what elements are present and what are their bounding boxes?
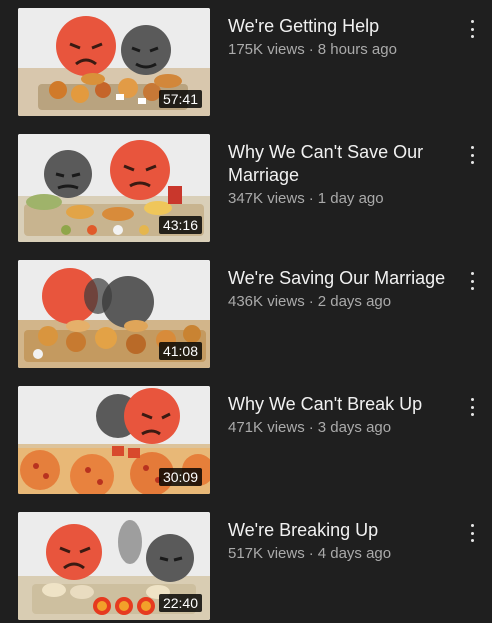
more-vert-icon[interactable] [464, 144, 480, 166]
upload-age: 4 days ago [317, 545, 392, 562]
video-thumbnail[interactable]: 22:40 [18, 512, 210, 620]
video-duration: 30:09 [158, 468, 202, 486]
video-title[interactable]: We're Saving Our Marriage [228, 260, 458, 290]
video-duration: 41:08 [158, 342, 202, 360]
video-item[interactable]: 22:40 We're Breaking Up 517K views · 4 day… [0, 512, 492, 622]
video-meta[interactable]: We're Getting Help 175K views · 8 hours ag… [228, 8, 458, 60]
video-duration: 43:16 [158, 216, 202, 234]
upload-age: 2 days ago [317, 293, 392, 310]
meta-separator: · [308, 419, 314, 436]
meta-separator: · [308, 545, 314, 562]
video-item[interactable]: 57:41 We're Getting Help 175K views · 8 ho… [0, 8, 492, 118]
more-vert-icon[interactable] [464, 522, 480, 544]
video-title[interactable]: We're Getting Help [228, 8, 458, 38]
video-duration: 22:40 [158, 594, 202, 612]
video-stats: 436K views · 2 days ago [228, 292, 458, 312]
more-vert-icon[interactable] [464, 270, 480, 292]
meta-separator: · [308, 41, 314, 58]
view-count: 175K views [228, 41, 305, 58]
upload-age: 1 day ago [317, 190, 384, 207]
view-count: 471K views [228, 419, 305, 436]
video-title[interactable]: Why We Can't Break Up [228, 386, 458, 416]
more-vert-icon[interactable] [464, 396, 480, 418]
video-item[interactable]: 30:09 Why We Can't Break Up 471K views · 3… [0, 386, 492, 496]
upload-age: 8 hours ago [317, 41, 397, 58]
video-meta[interactable]: Why We Can't Break Up 471K views · 3 days … [228, 386, 458, 438]
video-stats: 347K views · 1 day ago [228, 189, 458, 209]
video-thumbnail[interactable]: 57:41 [18, 8, 210, 116]
view-count: 347K views [228, 190, 305, 207]
video-meta[interactable]: Why We Can't Save Our Marriage 347K view… [228, 134, 458, 209]
video-stats: 175K views · 8 hours ago [228, 40, 458, 60]
upload-age: 3 days ago [317, 419, 392, 436]
video-stats: 517K views · 4 days ago [228, 544, 458, 564]
video-thumbnail[interactable]: 43:16 [18, 134, 210, 242]
video-duration: 57:41 [158, 90, 202, 108]
view-count: 436K views [228, 293, 305, 310]
video-thumbnail[interactable]: 30:09 [18, 386, 210, 494]
video-meta[interactable]: We're Saving Our Marriage 436K views · 2 d… [228, 260, 458, 312]
more-vert-icon[interactable] [464, 18, 480, 40]
video-feed: 57:41 We're Getting Help 175K views · 8 ho… [0, 0, 492, 623]
video-meta[interactable]: We're Breaking Up 517K views · 4 days ago [228, 512, 458, 564]
video-title[interactable]: We're Breaking Up [228, 512, 458, 542]
video-item[interactable]: 41:08 We're Saving Our Marriage 436K vie… [0, 260, 492, 370]
view-count: 517K views [228, 545, 305, 562]
video-item[interactable]: 43:16 Why We Can't Save Our Marriage 347… [0, 134, 492, 244]
video-stats: 471K views · 3 days ago [228, 418, 458, 438]
meta-separator: · [308, 190, 314, 207]
video-thumbnail[interactable]: 41:08 [18, 260, 210, 368]
meta-separator: · [308, 293, 314, 310]
video-title[interactable]: Why We Can't Save Our Marriage [228, 134, 458, 187]
